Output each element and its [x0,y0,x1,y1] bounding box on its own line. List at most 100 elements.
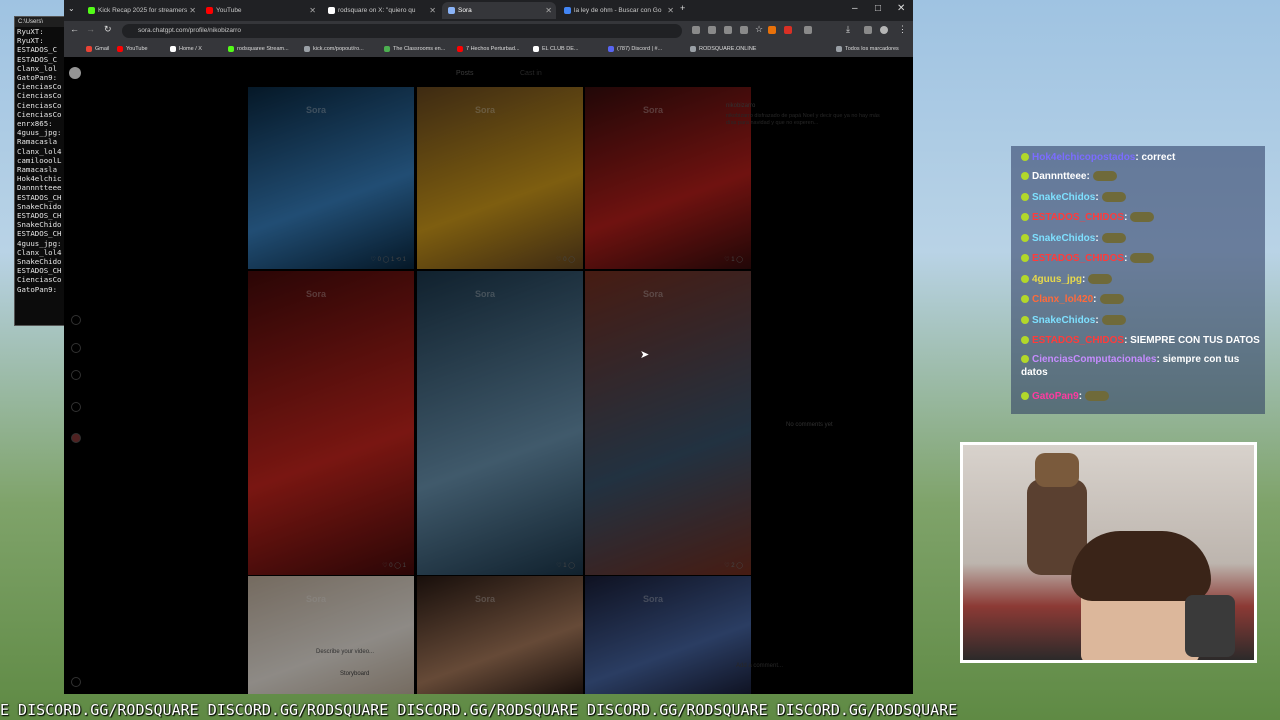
bookmarks-bar: Gmail YouTube Home / X rodsquaree Stream...… [64,41,913,58]
chat-username[interactable]: Dannntteee [1032,171,1086,182]
chat-badge-icon [1021,355,1029,364]
chat-badge-icon [1021,254,1029,263]
tab-close-icon[interactable]: ✕ [545,2,552,19]
back-icon[interactable]: ← [70,24,79,34]
maximize-icon[interactable]: □ [875,3,881,14]
chat-text: : correct [1135,152,1176,163]
terminal-line: ESTADOS_C [17,54,58,64]
bookmark-favicon-icon [690,45,696,52]
bookmark-item[interactable]: rodsquaree Stream... [228,41,289,57]
tab-strip: ⌄ Kick Recap 2025 for streamers ✕ YouTube ✕… [64,0,913,21]
tab-search-icon[interactable]: ⌄ [68,4,75,13]
chat-text: : SIEMPRE CON TUS DATOS [1124,335,1260,346]
chat-message: Hok4elchicopostados: correct [1021,151,1261,164]
chat-emote-icon [1130,253,1155,264]
chat-badge-icon [1021,213,1029,222]
terminal-line: Dannntteee [17,183,62,193]
browser-window: ⌄ Kick Recap 2025 for streamers ✕ YouTube ✕… [64,0,913,694]
address-bar[interactable]: sora.chatgpt.com/profile/nikobizarro [122,24,682,38]
tab-close-icon[interactable]: ✕ [667,2,674,19]
terminal-line: GatoPan9: [17,284,58,294]
chat-text: : [1124,212,1128,223]
tab-close-icon[interactable]: ✕ [429,2,436,19]
bookmark-favicon-icon [384,45,390,52]
chat-text: : [1095,315,1099,326]
chat-badge-icon [1021,275,1029,284]
terminal-line: SnakeChido [17,201,62,211]
tab-title: la ley de ohm - Buscar con Go [574,7,662,14]
profile-avatar[interactable] [880,26,888,34]
bookmark-item[interactable]: RODSQUARE.ONLINE [690,41,756,57]
bookmark-item[interactable]: The Classrooms en... [384,41,445,57]
chat-username[interactable]: ESTADOS_CHIDOS [1032,253,1124,264]
browser-tab[interactable]: Sora ✕ [442,2,556,19]
extensions-puzzle-icon[interactable] [804,26,812,34]
terminal-line: Ramacasla [17,165,58,175]
chat-message: GatoPan9: [1021,390,1261,403]
browser-tab[interactable]: rodsquare on X: "quiero qu ✕ [322,2,440,19]
browser-tab[interactable]: la ley de ohm - Buscar con Go ✕ [558,2,678,19]
terminal-line: SnakeChido [17,257,62,267]
terminal-window[interactable]: C:\Users\ RyuXT: RyuXT: ESTADOS_C ESTADOS_C… [14,16,66,326]
extension-red-icon[interactable] [784,26,792,34]
chat-username[interactable]: ESTADOS_CHIDOS [1032,212,1124,223]
chat-username[interactable]: SnakeChidos [1032,233,1095,244]
chat-username[interactable]: CienciasComputacionales [1032,354,1156,365]
chat-username[interactable]: SnakeChidos [1032,192,1095,203]
chat-badge-icon [1021,193,1029,202]
chat-username[interactable]: Clanx_lol420 [1032,294,1093,305]
eye-off-icon[interactable] [724,26,732,34]
sidebar-icon[interactable] [864,26,872,34]
menu-kebab-icon[interactable]: ⋮ [898,24,907,35]
extension-icon[interactable] [692,26,700,34]
bookmark-label: rodsquaree Stream... [237,46,289,52]
share-icon[interactable] [740,26,748,34]
minimize-icon[interactable]: – [852,3,858,14]
chat-username[interactable]: Hok4elchicopostados [1032,152,1135,163]
chat-username[interactable]: GatoPan9 [1032,391,1079,402]
tab-close-icon[interactable]: ✕ [309,2,316,19]
chat-badge-icon [1021,172,1029,181]
tab-favicon-icon [448,6,455,14]
bookmark-item[interactable]: Home / X [170,41,202,57]
tab-close-icon[interactable]: ✕ [189,2,196,19]
all-bookmarks-folder[interactable]: Todos los marcadores [836,41,899,57]
bookmark-item[interactable]: EL CLUB DE... [533,41,578,57]
chat-username[interactable]: 4guus_jpg [1032,274,1082,285]
chat-message: SnakeChidos: [1021,191,1261,204]
bookmark-item[interactable]: 7 Hechos Perturbad... [457,41,520,57]
terminal-line: Clanx_lol [17,63,58,73]
browser-tab[interactable]: Kick Recap 2025 for streamers ✕ [82,2,200,19]
bookmark-label: Gmail [95,46,110,52]
terminal-line: Clanx_lol4 [17,247,62,257]
bookmark-item[interactable]: (787) Discord | #... [608,41,662,57]
download-icon[interactable]: ⤓ [846,24,850,35]
cast-icon[interactable] [708,26,716,34]
bookmark-label: YouTube [126,46,148,52]
bookmark-item[interactable]: Gmail [86,41,109,57]
chat-emote-icon [1101,192,1126,203]
bookmark-favicon-icon [170,45,176,52]
chat-username[interactable]: ESTADOS_CHIDOS [1032,335,1124,346]
extension-orange-icon[interactable] [768,26,776,34]
forward-icon[interactable]: → [86,24,95,34]
terminal-line: CienciasCo [17,100,62,110]
bookmark-item[interactable]: kick.com/popout/ro... [304,41,364,57]
reload-icon[interactable]: ↻ [104,24,112,35]
close-window-icon[interactable]: ✕ [897,3,905,14]
terminal-line: ESTADOS_CH [17,211,62,221]
bookmark-star-icon[interactable]: ☆ [755,24,763,35]
terminal-line: CienciasCo [17,91,62,101]
browser-tab[interactable]: YouTube ✕ [200,2,320,19]
mouse-cursor: ➤ [640,349,650,361]
new-tab-button[interactable]: + [680,3,685,13]
streamer-hair [1071,531,1211,601]
chat-badge-icon [1021,295,1029,304]
chat-username[interactable]: SnakeChidos [1032,315,1095,326]
terminal-line: GatoPan9: [17,73,58,83]
chat-emote-icon [1101,315,1126,326]
terminal-line: ESTADOS_CH [17,266,62,276]
terminal-line: SnakeChido [17,220,62,230]
bookmark-item[interactable]: YouTube [117,41,148,57]
sora-page: Posts Cast in Sora ♡ 0 ◯ 1 ⟲ 1 Sora ♡ 0 ◯ So… [64,57,913,694]
